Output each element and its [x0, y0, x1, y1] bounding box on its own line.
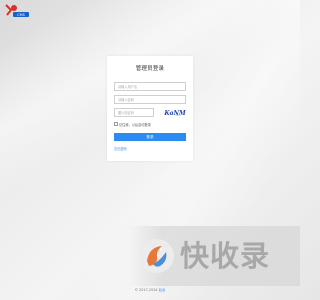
footer-copyright: © 2017-2024 [134, 288, 159, 292]
remember-label: 记住我，以后自动登录 [119, 122, 151, 127]
forgot-password-link[interactable]: 忘记密码 [114, 146, 127, 151]
login-card: 管理员登录 KaNM 记住我，以后自动登录 登录 忘记密码 [107, 56, 193, 161]
watermark-text: 快收录 [180, 239, 271, 273]
logo-text: CMS [17, 13, 25, 17]
remember-checkbox[interactable] [114, 122, 118, 126]
username-input[interactable] [114, 82, 186, 91]
remember-me[interactable]: 记住我，以后自动登录 [114, 121, 151, 127]
footer: © 2017-2024 后台 [0, 287, 300, 292]
site-logo[interactable]: CMS [4, 3, 30, 19]
bird-icon [140, 239, 174, 273]
captcha-input[interactable] [114, 108, 154, 117]
password-input[interactable] [114, 95, 186, 104]
captcha-graphic: KaNM [163, 110, 187, 117]
login-title: 管理员登录 [135, 66, 165, 72]
captcha-text: KaNM [163, 110, 186, 117]
captcha-image[interactable]: KaNM [163, 108, 187, 117]
watermark: 快收录 [128, 226, 300, 286]
footer-link[interactable]: 后台 [159, 288, 166, 292]
login-button[interactable]: 登录 [114, 133, 186, 141]
